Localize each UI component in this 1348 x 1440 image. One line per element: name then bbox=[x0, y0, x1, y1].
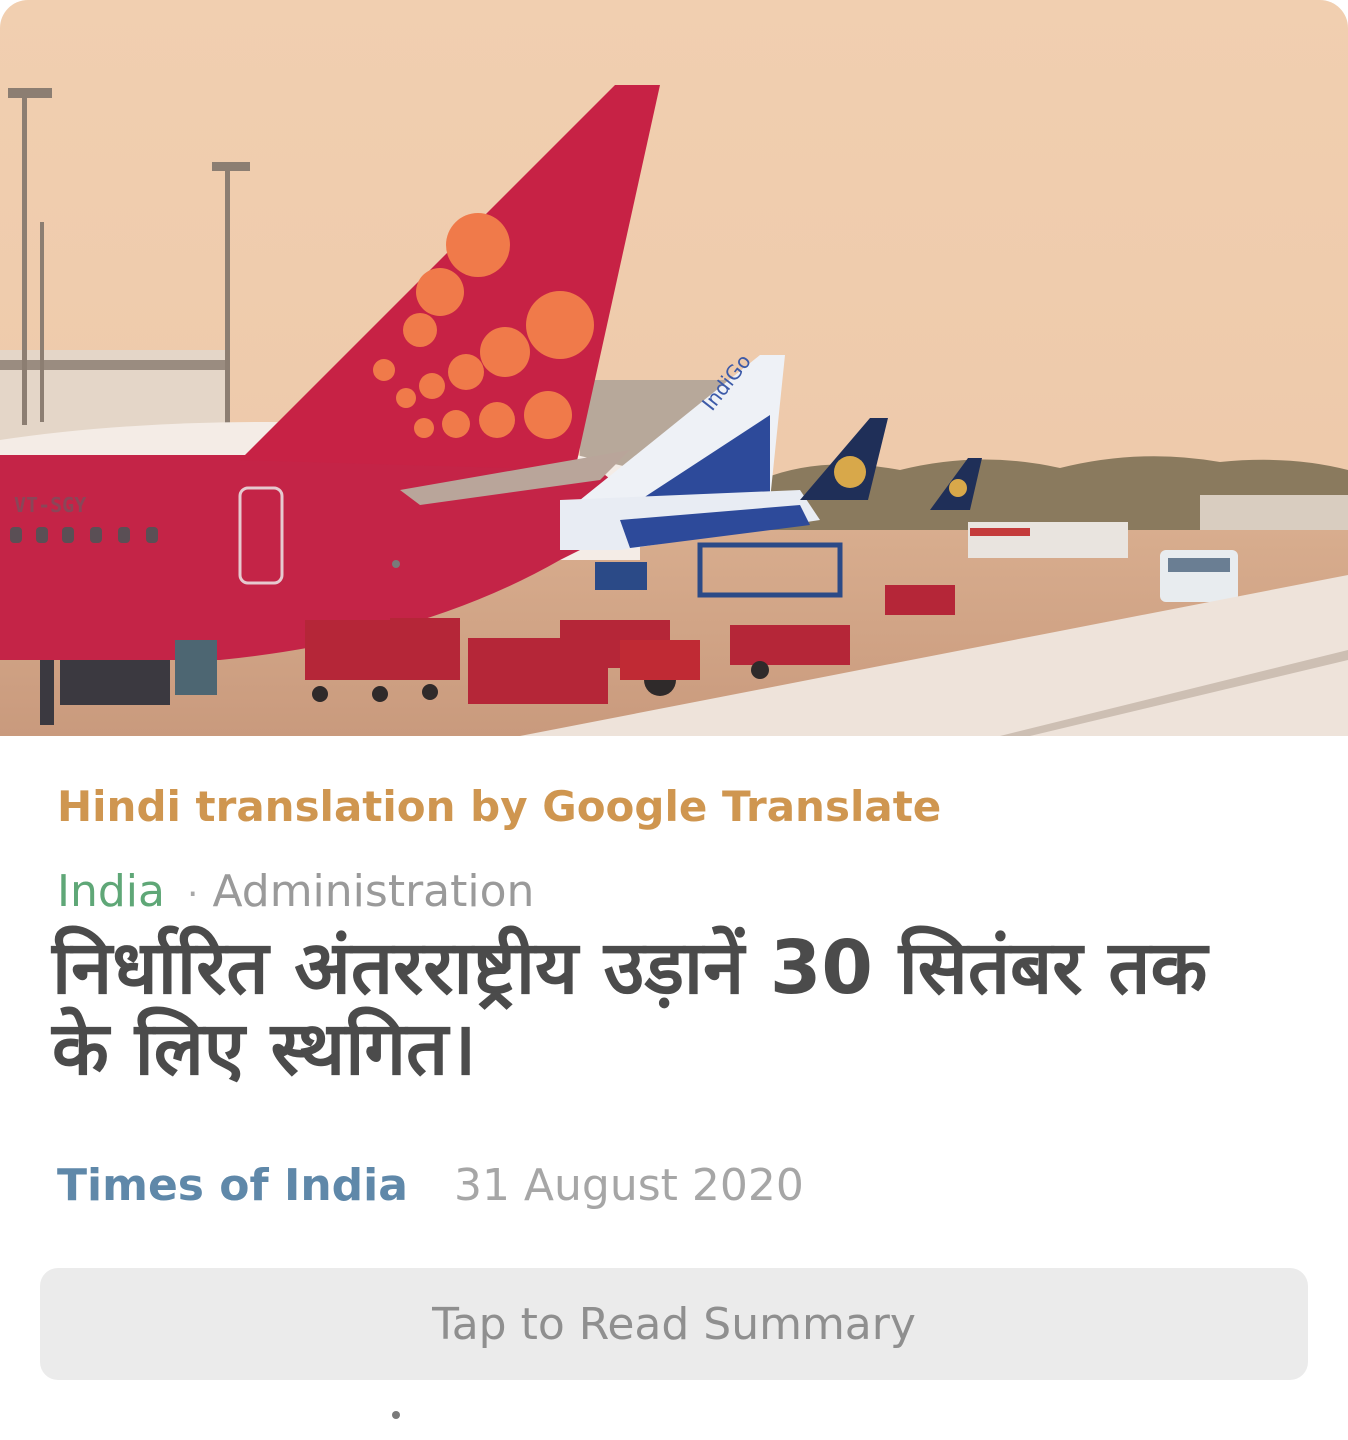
category-tag[interactable]: Administration bbox=[212, 866, 534, 917]
category-row: India · Administration bbox=[57, 866, 534, 917]
read-summary-button[interactable]: Tap to Read Summary bbox=[40, 1268, 1308, 1380]
source-name[interactable]: Times of India bbox=[57, 1160, 408, 1211]
region-tag[interactable]: India bbox=[57, 866, 165, 917]
hero-image: VT-SGY IndiGo bbox=[0, 0, 1348, 736]
image-indicator-dot bbox=[392, 560, 400, 568]
news-card[interactable]: VT-SGY IndiGo Hindi translation by Googl… bbox=[0, 0, 1348, 1440]
publish-date: 31 August 2020 bbox=[453, 1160, 804, 1211]
translation-note: Hindi translation by Google Translate bbox=[57, 782, 942, 831]
source-row: Times of India 31 August 2020 bbox=[57, 1160, 804, 1211]
headline[interactable]: निर्धारित अंतरराष्ट्रीय उड़ानें 30 सितंब… bbox=[52, 927, 1252, 1091]
meta-separator: · bbox=[186, 874, 199, 915]
tail-registration: VT-SGY bbox=[14, 493, 86, 517]
page-indicator-dot bbox=[392, 1411, 400, 1419]
